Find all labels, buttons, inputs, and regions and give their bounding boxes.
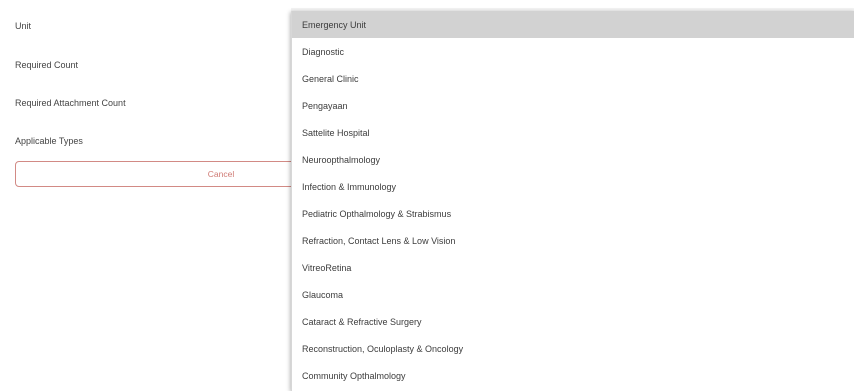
option-label: Emergency Unit bbox=[302, 19, 367, 30]
required-count-label: Required Count bbox=[15, 60, 79, 70]
unit-label: Unit bbox=[15, 21, 32, 31]
option-infection-immunology[interactable]: Infection & Immunology bbox=[292, 173, 854, 200]
option-label: Infection & Immunology bbox=[302, 181, 397, 192]
option-label: Pengayaan bbox=[302, 100, 348, 111]
option-reconstruction-oculoplasty[interactable]: Reconstruction, Oculoplasty & Oncology bbox=[292, 335, 854, 362]
option-vitreoretina[interactable]: VitreoRetina bbox=[292, 254, 854, 281]
option-label: Refraction, Contact Lens & Low Vision bbox=[302, 235, 456, 246]
option-pediatric-opthalmology[interactable]: Pediatric Opthalmology & Strabismus bbox=[292, 200, 854, 227]
option-cataract-refractive-surgery[interactable]: Cataract & Refractive Surgery bbox=[292, 308, 854, 335]
option-refraction-contact-lens[interactable]: Refraction, Contact Lens & Low Vision bbox=[292, 227, 854, 254]
option-pengayaan[interactable]: Pengayaan bbox=[292, 92, 854, 119]
option-label: Glaucoma bbox=[302, 289, 344, 300]
applicable-types-label: Applicable Types bbox=[15, 136, 83, 146]
option-label: Pediatric Opthalmology & Strabismus bbox=[302, 208, 452, 219]
option-label: Sattelite Hospital bbox=[302, 127, 370, 138]
cancel-button-label: Cancel bbox=[207, 169, 235, 179]
required-attachment-count-label: Required Attachment Count bbox=[15, 98, 126, 108]
page: Unit Required Count Required Attachment … bbox=[0, 0, 854, 391]
option-label: Reconstruction, Oculoplasty & Oncology bbox=[302, 343, 464, 354]
option-label: Cataract & Refractive Surgery bbox=[302, 316, 422, 327]
option-label: Neuroopthalmology bbox=[302, 154, 381, 165]
option-label: Diagnostic bbox=[302, 46, 345, 57]
option-general-clinic[interactable]: General Clinic bbox=[292, 65, 854, 92]
option-diagnostic[interactable]: Diagnostic bbox=[292, 38, 854, 65]
option-glaucoma[interactable]: Glaucoma bbox=[292, 281, 854, 308]
option-label: General Clinic bbox=[302, 73, 359, 84]
option-label: VitreoRetina bbox=[302, 262, 352, 273]
option-neuroopthalmology[interactable]: Neuroopthalmology bbox=[292, 146, 854, 173]
option-community-opthalmology[interactable]: Community Opthalmology bbox=[292, 362, 854, 389]
option-sattelite-hospital[interactable]: Sattelite Hospital bbox=[292, 119, 854, 146]
option-emergency-unit[interactable]: Emergency Unit bbox=[292, 11, 854, 38]
option-label: Community Opthalmology bbox=[302, 370, 406, 381]
unit-dropdown-list[interactable]: Emergency Unit Diagnostic General Clinic… bbox=[291, 11, 854, 391]
